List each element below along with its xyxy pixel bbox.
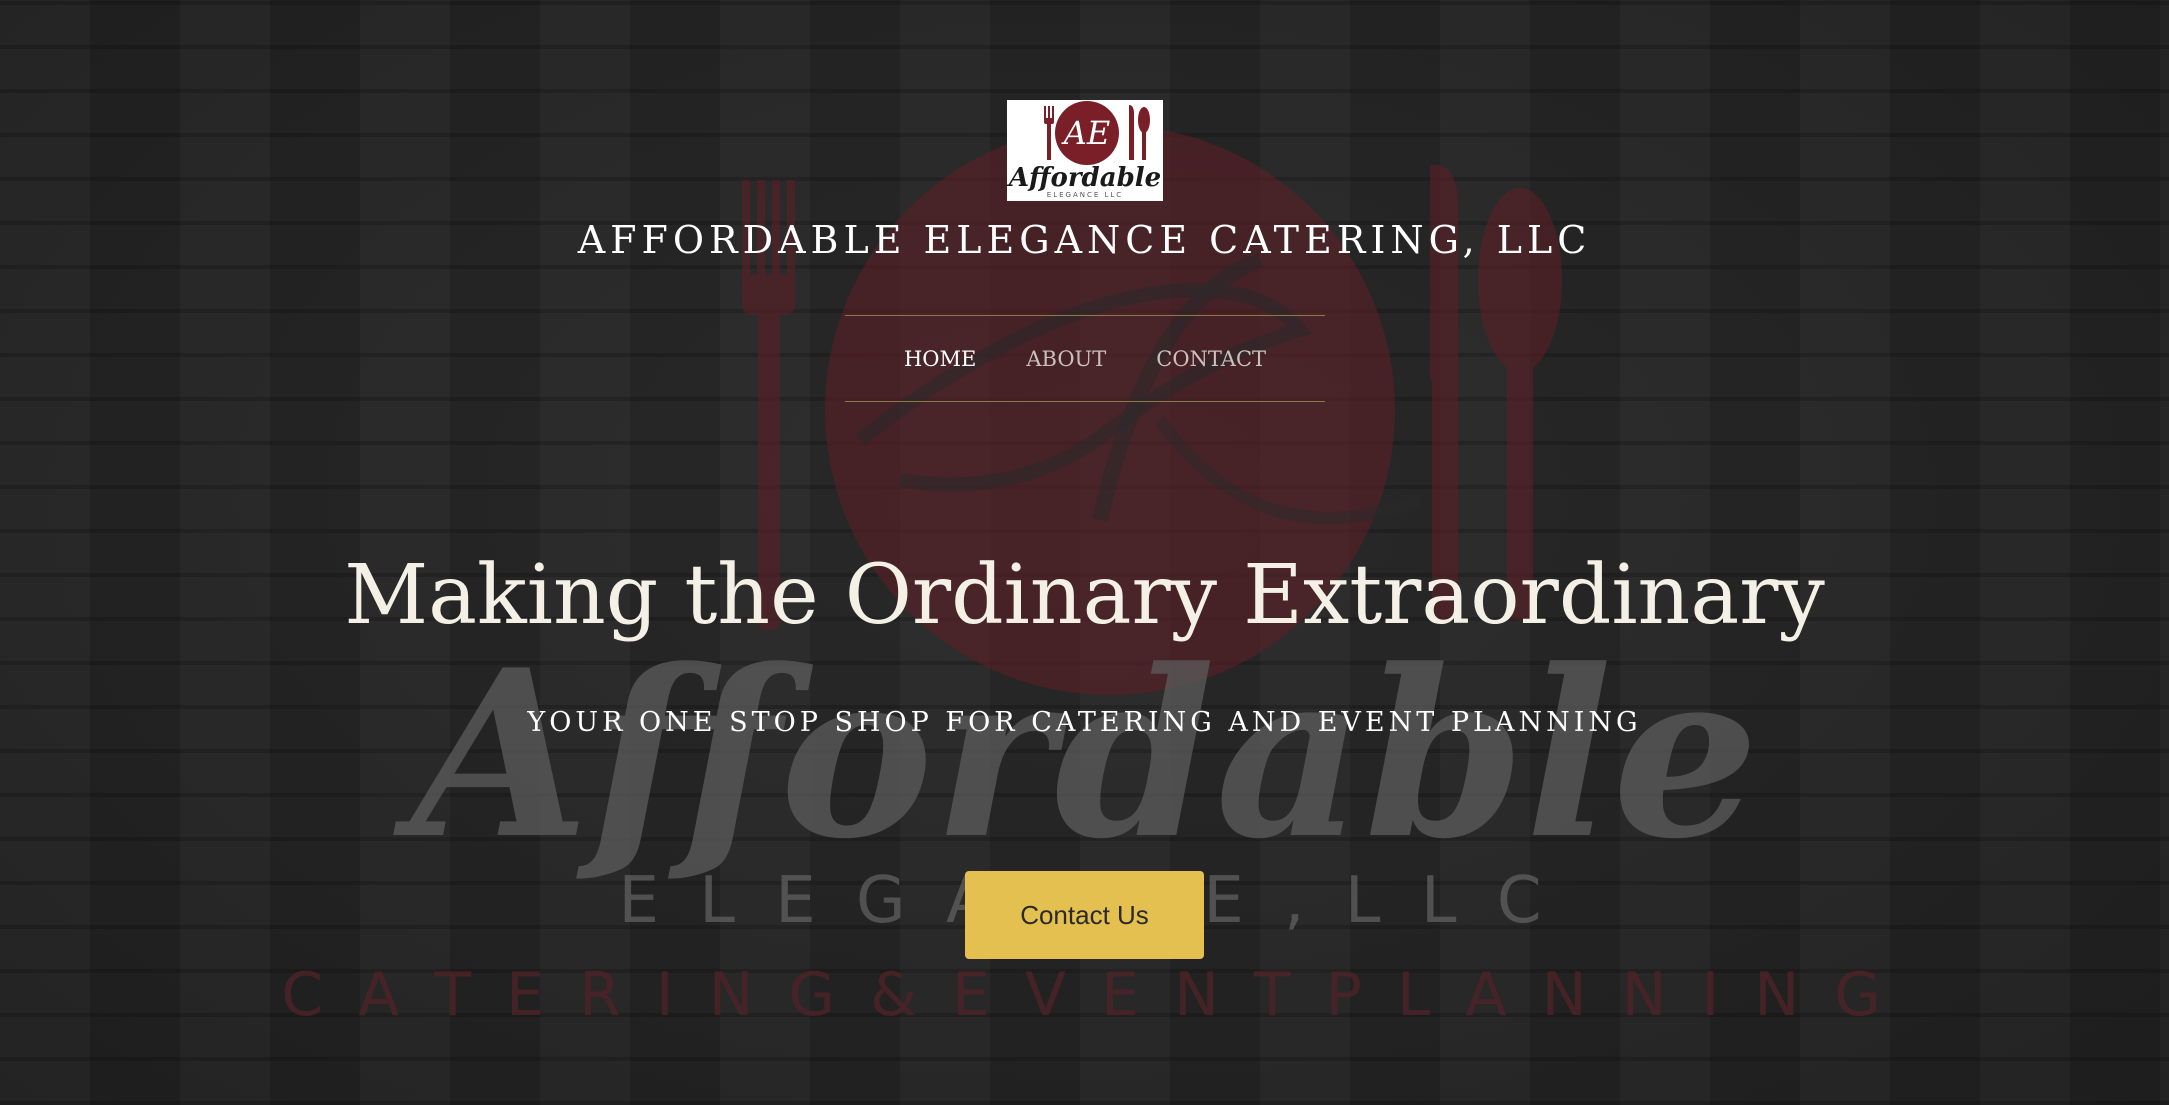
nav-about-link[interactable]: ABOUT bbox=[1026, 347, 1106, 371]
nav-home-link[interactable]: HOME bbox=[904, 347, 976, 371]
hero-headline: Making the Ordinary Extraordinary bbox=[344, 548, 1825, 643]
watermark-catering-text: C A T E R I N G & E V E N T P L A N N I … bbox=[281, 960, 1888, 1030]
logo-monogram: AE bbox=[1061, 114, 1110, 152]
logo-script: Affordable bbox=[1007, 163, 1161, 193]
hero-tagline: YOUR ONE STOP SHOP FOR CATERING AND EVEN… bbox=[527, 707, 1642, 738]
logo-mark-icon: AE Affordable ELEGANCE LLC bbox=[1006, 100, 1163, 201]
watermark-script-text: Affordable bbox=[393, 620, 1759, 890]
nav-contact-link[interactable]: CONTACT bbox=[1156, 347, 1266, 371]
site-logo[interactable]: AE Affordable ELEGANCE LLC bbox=[1006, 100, 1163, 201]
hero-background: Affordable E L E G A N C E , L L C C A T… bbox=[0, 0, 2169, 1105]
contact-us-button[interactable]: Contact Us bbox=[965, 871, 1204, 959]
logo-sub: ELEGANCE LLC bbox=[1047, 191, 1123, 199]
main-nav: HOME ABOUT CONTACT bbox=[845, 315, 1325, 402]
site-title[interactable]: AFFORDABLE ELEGANCE CATERING, LLC bbox=[0, 218, 2169, 262]
